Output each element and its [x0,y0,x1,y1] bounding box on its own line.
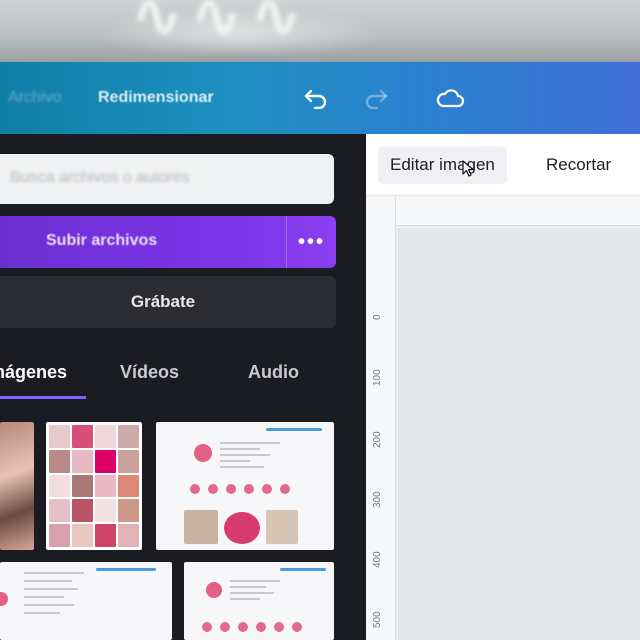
image-thumbnail-document[interactable] [156,422,334,550]
cloud-icon[interactable] [434,82,466,114]
design-page[interactable] [398,228,640,640]
ruler-tick: 0 [372,314,383,320]
undo-icon[interactable] [300,82,332,114]
image-thumbnail-document[interactable] [0,562,172,640]
horizontal-ruler [396,196,640,226]
image-thumbnail[interactable] [0,422,34,550]
edit-image-button[interactable]: Editar imagen [378,146,507,184]
file-menu[interactable]: Archivo [8,89,61,107]
blurred-logo-shape: ∿∿∿ [130,0,309,51]
active-tab-indicator [0,396,86,399]
resize-button[interactable]: Redimensionar [98,89,214,107]
more-options-icon[interactable]: ••• [286,216,336,268]
redo-icon[interactable] [360,82,392,114]
mouse-cursor-icon [462,160,474,177]
uploads-panel: Busca archivos o autores Subir archivos … [0,134,366,640]
upload-files-button[interactable]: Subir archivos ••• [0,216,336,268]
editor-area: Editar imagen Recortar 0 100 200 300 400… [366,134,640,640]
tab-images[interactable]: Imágenes [0,362,67,383]
record-yourself-button[interactable]: Grábate [0,276,336,328]
ruler-tick: 100 [372,369,383,386]
context-toolbar: Editar imagen Recortar [366,134,640,196]
tab-videos[interactable]: Vídeos [120,362,179,383]
header-menu: Archivo Redimensionar [0,84,240,112]
search-placeholder: Busca archivos o autores [10,169,190,186]
tab-audio[interactable]: Audio [248,362,299,383]
crop-button[interactable]: Recortar [534,146,623,184]
record-label: Grábate [130,292,196,311]
search-input[interactable]: Busca archivos o autores [0,154,334,204]
image-thumbnail-collage[interactable] [46,422,142,550]
image-thumbnail-document[interactable] [184,562,334,640]
ruler-tick: 500 [372,611,383,628]
blurred-background-strip: ∿∿∿ [0,0,640,62]
canvas-workspace[interactable]: 0 100 200 300 400 500 [366,196,640,640]
ruler-tick: 300 [372,491,383,508]
upload-files-label: Subir archivos [46,232,158,249]
ruler-tick: 400 [372,551,383,568]
ruler-tick: 200 [372,431,383,448]
top-header: Archivo Redimensionar [0,62,640,134]
app-screenshot: ∿∿∿ Archivo Redimensionar Busca archivos… [0,0,640,640]
vertical-ruler: 0 100 200 300 400 500 [366,196,396,640]
media-tabs: Imágenes Vídeos Audio [0,356,366,402]
